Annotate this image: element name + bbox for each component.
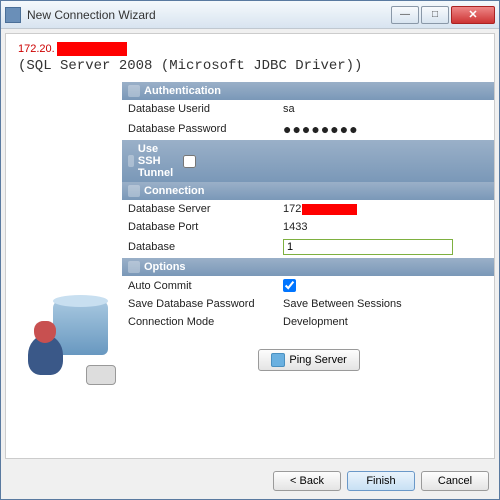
finish-button[interactable]: Finish bbox=[347, 471, 415, 491]
label-autocommit: Auto Commit bbox=[128, 280, 283, 292]
label-password: Database Password bbox=[128, 123, 283, 135]
value-port[interactable]: 1433 bbox=[283, 221, 490, 233]
section-ssh: Use SSH Tunnel bbox=[122, 140, 495, 182]
close-button[interactable]: ✕ bbox=[451, 6, 495, 24]
key-icon bbox=[128, 85, 140, 97]
titlebar: New Connection Wizard — □ ✕ bbox=[1, 1, 499, 29]
server-icon bbox=[128, 185, 140, 197]
app-icon bbox=[5, 7, 21, 23]
value-autocommit bbox=[283, 279, 490, 292]
value-password[interactable]: ●●●●●●●● bbox=[283, 121, 490, 137]
database-input[interactable] bbox=[283, 239, 453, 255]
server-redacted bbox=[302, 204, 357, 215]
label-userid: Database Userid bbox=[128, 103, 283, 115]
row-server: Database Server 172 bbox=[122, 200, 495, 218]
form-panel: Authentication Database Userid sa Databa… bbox=[122, 82, 495, 450]
section-options: Options bbox=[122, 258, 495, 276]
ping-server-button[interactable]: Ping Server bbox=[258, 349, 359, 371]
connection-ip-header: 172.20. bbox=[18, 42, 482, 56]
value-server[interactable]: 172 bbox=[283, 203, 490, 215]
section-connection: Connection bbox=[122, 182, 495, 200]
driver-label: (SQL Server 2008 (Microsoft JDBC Driver)… bbox=[18, 58, 482, 74]
maximize-button[interactable]: □ bbox=[421, 6, 449, 24]
autocommit-checkbox[interactable] bbox=[283, 279, 296, 292]
wizard-window: New Connection Wizard — □ ✕ 172.20. (SQL… bbox=[0, 0, 500, 500]
section-authentication: Authentication bbox=[122, 82, 495, 100]
label-server: Database Server bbox=[128, 203, 283, 215]
gear-icon bbox=[128, 261, 140, 273]
row-autocommit: Auto Commit bbox=[122, 276, 495, 295]
database-icon bbox=[18, 290, 118, 390]
row-port: Database Port 1433 bbox=[122, 218, 495, 236]
window-title: New Connection Wizard bbox=[27, 8, 391, 22]
row-savepw: Save Database Password Save Between Sess… bbox=[122, 295, 495, 313]
ip-prefix: 172.20. bbox=[18, 43, 55, 55]
ping-icon bbox=[271, 353, 285, 367]
value-database bbox=[283, 239, 490, 255]
minimize-button[interactable]: — bbox=[391, 6, 419, 24]
ping-row: Ping Server bbox=[122, 349, 495, 371]
cancel-button[interactable]: Cancel bbox=[421, 471, 489, 491]
row-password: Database Password ●●●●●●●● bbox=[122, 118, 495, 140]
label-connmode: Connection Mode bbox=[128, 316, 283, 328]
row-userid: Database Userid sa bbox=[122, 100, 495, 118]
label-database: Database bbox=[128, 241, 283, 253]
label-port: Database Port bbox=[128, 221, 283, 233]
value-savepw[interactable]: Save Between Sessions bbox=[283, 298, 490, 310]
main-area: Authentication Database Userid sa Databa… bbox=[18, 82, 482, 450]
row-database: Database bbox=[122, 236, 495, 258]
wizard-illustration bbox=[18, 82, 118, 450]
value-connmode[interactable]: Development bbox=[283, 316, 490, 328]
ssh-checkbox[interactable] bbox=[183, 155, 196, 168]
label-savepw: Save Database Password bbox=[128, 298, 283, 310]
content-pane: 172.20. (SQL Server 2008 (Microsoft JDBC… bbox=[5, 33, 495, 459]
lock-icon bbox=[128, 155, 134, 167]
row-connmode: Connection Mode Development bbox=[122, 313, 495, 331]
value-userid[interactable]: sa bbox=[283, 103, 490, 115]
ip-redacted bbox=[57, 42, 127, 56]
back-button[interactable]: < Back bbox=[273, 471, 341, 491]
window-controls: — □ ✕ bbox=[391, 6, 495, 24]
footer-buttons: < Back Finish Cancel bbox=[1, 463, 499, 499]
